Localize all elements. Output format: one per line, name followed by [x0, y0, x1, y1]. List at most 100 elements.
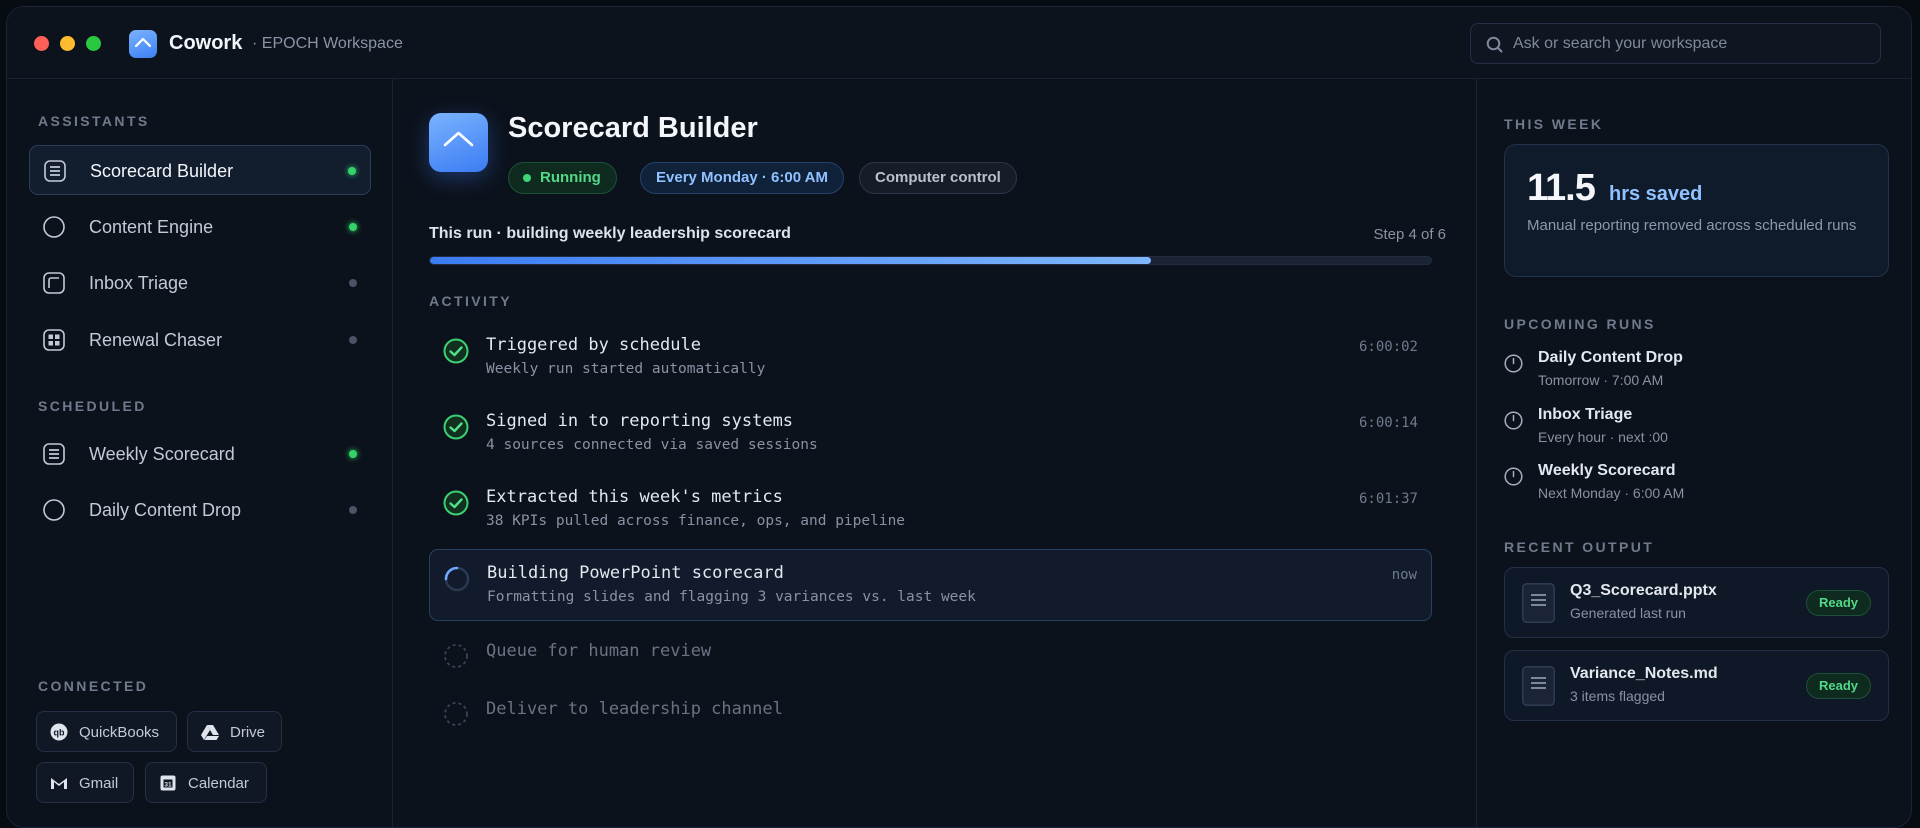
activity-time: now	[1391, 567, 1417, 583]
hours-saved-unit: hrs saved	[1609, 183, 1703, 205]
connector-label: Calendar	[188, 775, 249, 792]
app-window: Cowork · EPOCH Workspace ASSISTANTS Scor…	[6, 6, 1912, 828]
document-icon	[1522, 583, 1555, 623]
main-panel: Scorecard Builder Running Every Monday ·…	[393, 79, 1476, 827]
activity-detail: Weekly run started automatically	[486, 361, 766, 377]
sidebar-item-renewal-chaser[interactable]: Renewal Chaser	[29, 315, 371, 365]
document-icon	[1522, 666, 1555, 706]
activity-detail: Formatting slides and flagging 3 varianc…	[487, 589, 976, 605]
activity-time: 6:00:14	[1358, 415, 1418, 431]
hours-saved-description: Manual reporting removed across schedule…	[1527, 217, 1857, 234]
upcoming-run-time: Every hour · next :00	[1538, 429, 1668, 445]
connector-quickbooks[interactable]: qb QuickBooks	[36, 711, 177, 752]
gmail-icon	[51, 778, 67, 789]
activity-detail: 4 sources connected via saved sessions	[486, 437, 818, 453]
search-icon	[1486, 36, 1503, 53]
sidebar-item-inbox-triage[interactable]: Inbox Triage	[29, 258, 371, 308]
pending-circle-icon	[444, 702, 468, 726]
activity-time: 6:01:37	[1358, 491, 1418, 507]
activity-title: Building PowerPoint scorecard	[487, 563, 784, 583]
sidebar: ASSISTANTS Scorecard Builder Content Eng…	[7, 79, 393, 827]
output-file-card[interactable]: Q3_Scorecard.pptx Generated last run Rea…	[1504, 567, 1889, 638]
activity-item[interactable]: Extracted this week's metrics 38 KPIs pu…	[429, 474, 1432, 546]
run-progress-fill	[430, 257, 1151, 264]
status-indicator-idle	[349, 336, 357, 344]
activity-time: 6:00:02	[1358, 339, 1418, 355]
output-file-card[interactable]: Variance_Notes.md 3 items flagged Ready	[1504, 650, 1889, 721]
list-icon	[44, 160, 66, 182]
circle-icon	[43, 499, 65, 521]
run-description: This run · building weekly leadership sc…	[429, 225, 791, 242]
status-indicator-active	[349, 450, 357, 458]
drive-icon	[201, 725, 219, 740]
inbox-icon	[43, 272, 65, 294]
connector-label: QuickBooks	[79, 724, 160, 741]
output-file-detail: 3 items flagged	[1570, 688, 1665, 704]
hours-saved-value: 11.5	[1527, 167, 1596, 209]
insights-panel: THIS WEEK 11.5 hrs saved Manual reportin…	[1476, 79, 1911, 827]
workspace-name[interactable]: · EPOCH Workspace	[252, 35, 403, 53]
status-indicator-active	[349, 223, 357, 231]
connector-gmail[interactable]: Gmail	[36, 762, 134, 803]
ready-badge: Ready	[1805, 673, 1871, 699]
activity-item-current[interactable]: Building PowerPoint scorecard Formatting…	[429, 549, 1432, 621]
check-circle-icon	[443, 414, 469, 440]
search-box[interactable]	[1470, 23, 1881, 64]
quickbooks-icon: qb	[50, 723, 68, 741]
status-indicator-idle	[349, 279, 357, 287]
circle-icon	[43, 216, 65, 238]
calendar-icon: 31	[160, 775, 176, 791]
page-title: Scorecard Builder	[508, 112, 758, 144]
sidebar-item-scorecard-builder[interactable]: Scorecard Builder	[29, 145, 371, 195]
assistant-logo-icon	[429, 113, 488, 172]
activity-item[interactable]: Triggered by schedule Weekly run started…	[429, 322, 1432, 394]
schedule-badge[interactable]: Every Monday · 6:00 AM	[640, 162, 844, 194]
activity-item[interactable]: Signed in to reporting systems 4 sources…	[429, 398, 1432, 470]
sidebar-item-label: Daily Content Drop	[89, 500, 242, 520]
connector-calendar[interactable]: 31 Calendar	[145, 762, 267, 803]
connector-drive[interactable]: Drive	[187, 711, 282, 752]
connector-label: Gmail	[79, 775, 119, 792]
upcoming-run-title: Weekly Scorecard	[1538, 462, 1676, 479]
hours-saved-card: 11.5 hrs saved Manual reporting removed …	[1504, 144, 1889, 277]
grid-icon	[43, 329, 65, 351]
sidebar-item-content-engine[interactable]: Content Engine	[29, 202, 371, 252]
activity-item-pending: Deliver to leadership channel	[429, 677, 1432, 727]
search-input[interactable]	[1513, 24, 1863, 63]
sidebar-item-weekly-scorecard[interactable]: Weekly Scorecard	[29, 429, 371, 479]
activity-title: Deliver to leadership channel	[486, 699, 783, 719]
mode-badge[interactable]: Computer control	[859, 162, 1017, 194]
app-logo-icon	[129, 30, 157, 58]
app-name: Cowork	[169, 32, 243, 54]
activity-detail: 38 KPIs pulled across finance, ops, and …	[486, 513, 906, 529]
activity-title: Extracted this week's metrics	[486, 487, 783, 507]
connected-section-label: CONNECTED	[38, 678, 149, 694]
recent-output-section-label: RECENT OUTPUT	[1504, 539, 1655, 555]
clock-icon	[1504, 354, 1523, 373]
ready-badge: Ready	[1805, 590, 1871, 616]
upcoming-run-item[interactable]: Daily Content Drop Tomorrow · 7:00 AM	[1504, 347, 1889, 397]
sidebar-item-label: Renewal Chaser	[89, 330, 223, 350]
step-counter: Step 4 of 6	[1373, 226, 1446, 243]
upcoming-run-title: Daily Content Drop	[1538, 349, 1683, 366]
upcoming-run-item[interactable]: Weekly Scorecard Next Monday · 6:00 AM	[1504, 460, 1889, 510]
minimize-window-button[interactable]	[60, 36, 75, 51]
upcoming-run-time: Tomorrow · 7:00 AM	[1538, 372, 1664, 388]
activity-section-label: ACTIVITY	[429, 293, 512, 309]
clock-icon	[1504, 467, 1523, 486]
upcoming-run-item[interactable]: Inbox Triage Every hour · next :00	[1504, 404, 1889, 454]
status-indicator-active	[348, 167, 356, 175]
output-file-detail: Generated last run	[1570, 605, 1686, 621]
scheduled-section-label: SCHEDULED	[38, 398, 147, 414]
sidebar-item-label: Weekly Scorecard	[89, 444, 235, 464]
output-file-name: Variance_Notes.md	[1570, 665, 1718, 682]
maximize-window-button[interactable]	[86, 36, 101, 51]
svg-text:qb: qb	[54, 728, 65, 738]
titlebar: Cowork · EPOCH Workspace	[7, 7, 1911, 79]
activity-title: Queue for human review	[486, 641, 712, 661]
sidebar-item-label: Scorecard Builder	[90, 161, 234, 181]
close-window-button[interactable]	[34, 36, 49, 51]
connector-label: Drive	[230, 724, 266, 741]
sidebar-item-daily-content-drop[interactable]: Daily Content Drop	[29, 485, 371, 535]
check-circle-icon	[443, 338, 469, 364]
